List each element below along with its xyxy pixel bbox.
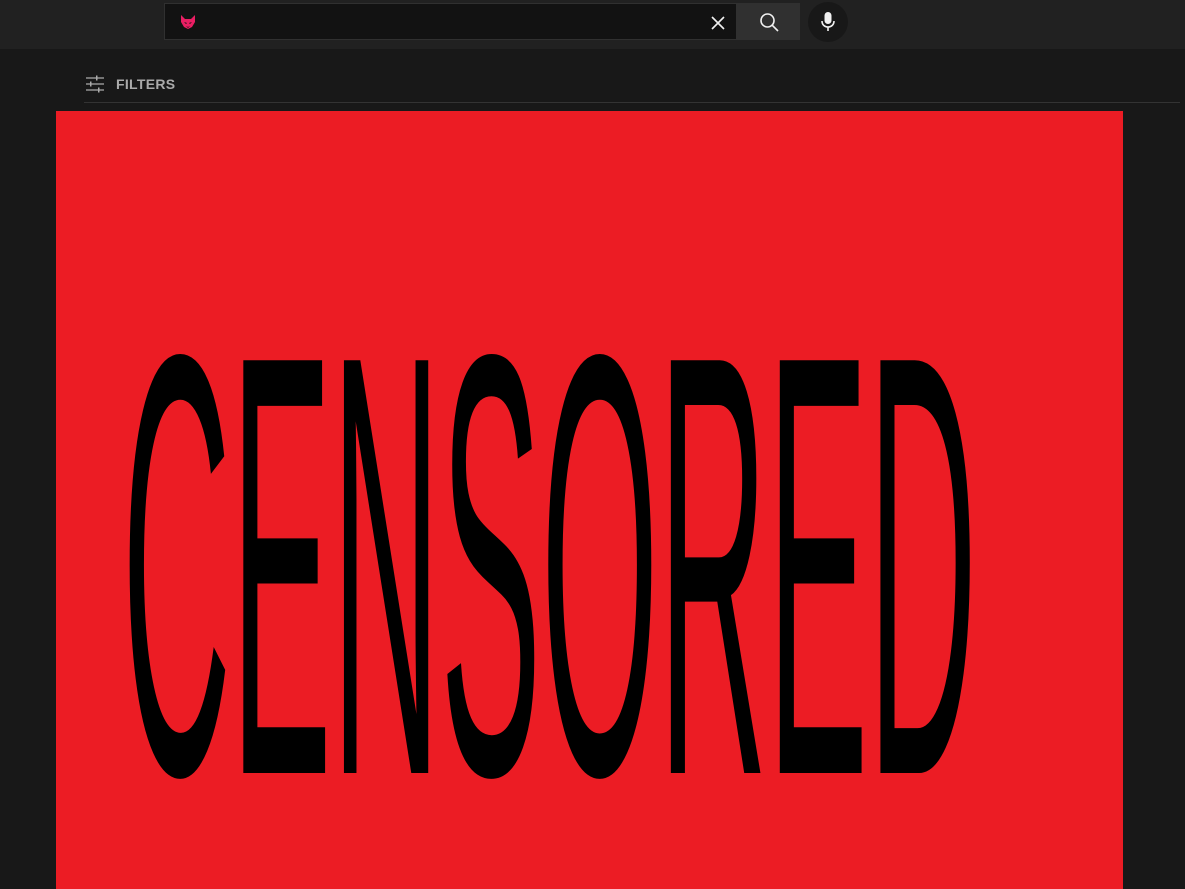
search-input[interactable] — [205, 8, 689, 38]
sliders-icon — [86, 75, 104, 93]
filters-label: FILTERS — [116, 76, 176, 92]
close-icon — [711, 16, 725, 30]
top-bar — [0, 0, 1185, 49]
divider — [84, 102, 1180, 103]
video-thumbnail[interactable]: CENSORED — [56, 111, 1123, 889]
voice-search-button[interactable] — [808, 2, 848, 42]
search-icon — [760, 13, 779, 32]
filters-button[interactable]: FILTERS — [84, 70, 175, 98]
censored-image: CENSORED — [122, 231, 977, 889]
fox-mask-icon[interactable] — [179, 14, 197, 30]
clear-search-button[interactable] — [705, 10, 731, 36]
thumbnail-text: CENSORED — [122, 231, 977, 889]
search-button[interactable] — [736, 3, 800, 40]
search-box[interactable] — [164, 3, 736, 40]
microphone-icon — [821, 12, 835, 31]
